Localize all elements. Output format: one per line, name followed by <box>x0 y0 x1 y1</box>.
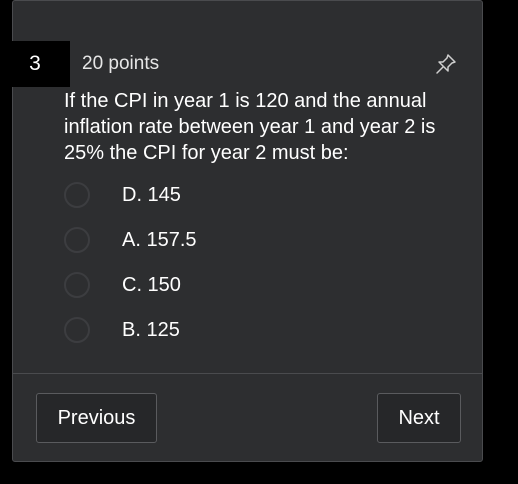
answer-option-label: D. 145 <box>122 183 181 206</box>
answer-option-a[interactable]: A. 157.5 <box>64 225 197 255</box>
pin-icon[interactable] <box>434 52 458 76</box>
answer-option-c[interactable]: C. 150 <box>64 270 181 300</box>
radio-button[interactable] <box>64 182 90 208</box>
radio-button[interactable] <box>64 227 90 253</box>
radio-button[interactable] <box>64 317 90 343</box>
question-number: 3 <box>0 41 70 87</box>
answer-option-b[interactable]: B. 125 <box>64 315 180 345</box>
previous-button[interactable]: Previous <box>36 393 157 443</box>
radio-button[interactable] <box>64 272 90 298</box>
answer-option-label: B. 125 <box>122 318 180 341</box>
question-text: If the CPI in year 1 is 120 and the annu… <box>64 90 436 164</box>
answer-option-label: C. 150 <box>122 273 181 296</box>
question-points: 20 points <box>82 53 160 74</box>
divider <box>12 373 483 374</box>
answer-option-label: A. 157.5 <box>122 228 197 251</box>
next-button[interactable]: Next <box>377 393 461 443</box>
answer-option-d[interactable]: D. 145 <box>64 180 181 210</box>
